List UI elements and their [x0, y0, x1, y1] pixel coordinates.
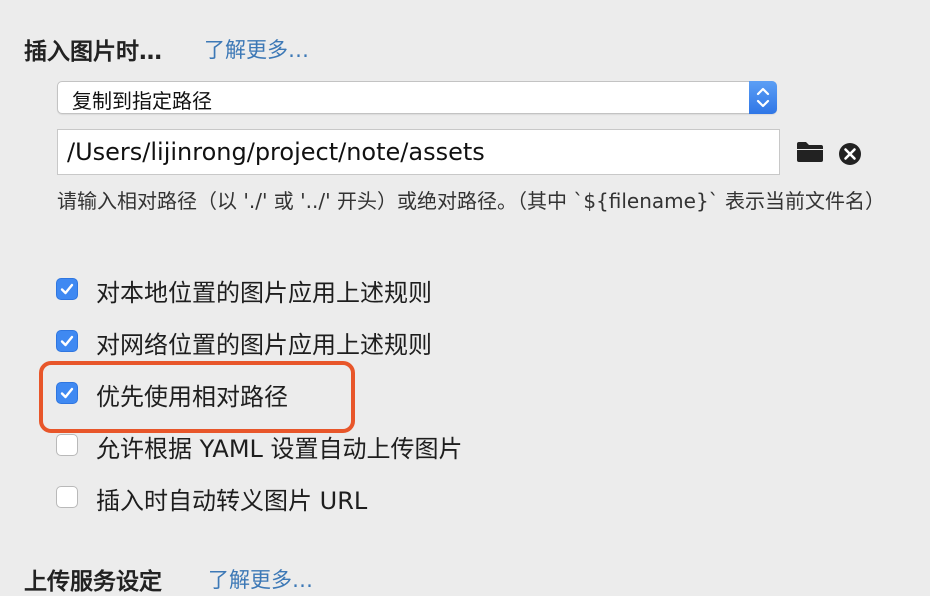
- option-label: 插入时自动转义图片 URL: [96, 487, 368, 515]
- image-action-select-value: 复制到指定路径: [72, 89, 212, 113]
- upload-service-section-title: 上传服务设定: [24, 569, 162, 595]
- checkbox-apply-network[interactable]: [56, 330, 78, 352]
- image-path-input[interactable]: [57, 129, 780, 175]
- option-label: 对网络位置的图片应用上述规则: [96, 331, 432, 359]
- option-label: 对本地位置的图片应用上述规则: [96, 279, 432, 307]
- checkbox-yaml-auto-upload[interactable]: [56, 434, 78, 456]
- insert-image-learn-more-link[interactable]: 了解更多…: [204, 34, 309, 64]
- checkbox-escape-url[interactable]: [56, 486, 78, 508]
- chevron-up-down-icon: [749, 81, 777, 114]
- folder-icon[interactable]: [796, 141, 824, 163]
- image-action-select[interactable]: 复制到指定路径: [57, 81, 777, 114]
- insert-image-section-title: 插入图片时…: [24, 39, 162, 65]
- upload-service-learn-more-link[interactable]: 了解更多…: [208, 564, 313, 594]
- checkmark-icon: [60, 335, 74, 347]
- image-path-help-text: 请输入相对路径（以 './' 或 '../' 开头）或绝对路径。（其中 `${f…: [57, 189, 886, 213]
- checkmark-icon: [60, 283, 74, 295]
- option-label: 允许根据 YAML 设置自动上传图片: [96, 435, 463, 463]
- highlight-annotation-box: [39, 361, 355, 433]
- checkbox-apply-local[interactable]: [56, 278, 78, 300]
- close-circle-icon[interactable]: [838, 142, 862, 166]
